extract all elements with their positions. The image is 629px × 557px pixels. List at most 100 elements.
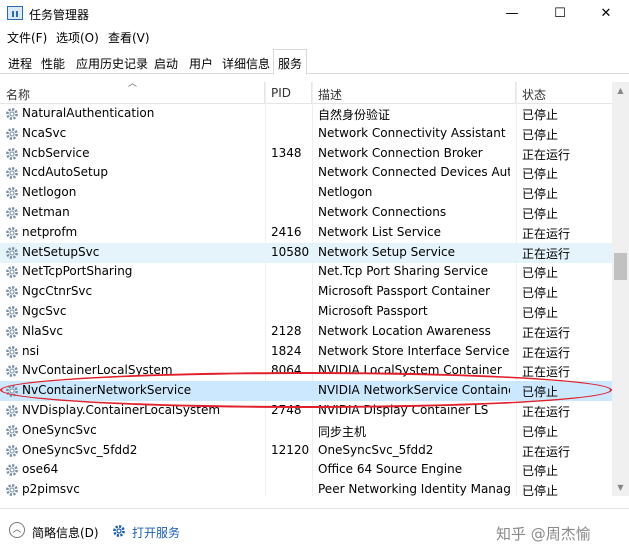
tab-bar: 进程 性能 应用历史记录 启动 用户 详细信息 服务 <box>0 48 629 75</box>
service-name: OneSyncSvc_5fdd2 <box>22 442 138 457</box>
service-pid: 1824 <box>271 343 302 358</box>
tab-users[interactable]: 用户 <box>185 52 217 74</box>
service-name: netprofm <box>22 224 78 239</box>
service-row[interactable]: NgcSvc Microsoft Passport 已停止 <box>0 302 612 322</box>
service-status: 已停止 <box>522 266 559 281</box>
service-pid: 2416 <box>271 224 302 239</box>
service-row[interactable]: p2pimsvc Peer Networking Identity Manager… <box>0 480 612 496</box>
service-name: NetSetupSvc <box>22 244 100 259</box>
service-row[interactable]: NetTcpPortSharing Net.Tcp Port Sharing Se… <box>0 262 612 282</box>
collapse-up-icon[interactable]: ︿ <box>9 522 25 538</box>
service-gear-icon <box>6 246 18 259</box>
column-header-name[interactable]: 名称 <box>0 82 265 104</box>
service-status: 已停止 <box>522 464 559 479</box>
scroll-up-arrow-icon[interactable]: ▲ <box>612 82 629 99</box>
service-status: 已停止 <box>522 207 559 221</box>
scrollbar-thumb[interactable] <box>614 253 627 280</box>
service-status: 已停止 <box>522 108 559 122</box>
service-row[interactable]: NcdAutoSetup Network Connected Devices Au… <box>0 163 612 183</box>
service-row[interactable]: Netlogon Netlogon 已停止 <box>0 183 612 203</box>
service-description: NVIDIA NetworkService Container <box>318 383 510 398</box>
title-bar: 任务管理器 — ☐ ✕ <box>0 0 629 27</box>
service-name: Netman <box>22 205 70 219</box>
services-list: NaturalAuthentication 自然身份验证 已停止 NcaSvc Netw… <box>0 104 612 496</box>
service-description: Network Connected Devices Auto-Setup <box>318 165 510 180</box>
service-row[interactable]: NetSetupSvc 10580 Network Setup Service 正在运… <box>0 242 612 263</box>
service-row[interactable]: NcbService 1348 Network Connection Broker 正… <box>0 144 612 164</box>
service-name: NcdAutoSetup <box>22 165 108 180</box>
service-row[interactable]: NVDisplay.ContainerLocalSystem 2748 NVIDIA… <box>0 401 612 421</box>
service-gear-icon <box>6 108 18 120</box>
tab-app-history[interactable]: 应用历史记录 <box>72 52 152 74</box>
service-description: Network Setup Service <box>318 244 456 259</box>
service-row[interactable]: NlaSvc 2128 Network Location Awareness 正在运行 <box>0 322 612 342</box>
service-status: 已停止 <box>522 286 559 301</box>
service-row[interactable]: NvContainerLocalSystem 8064 NVIDIA LocalSy… <box>0 361 612 381</box>
service-row[interactable]: OneSyncSvc_5fdd2 12120 OneSyncSvc_5fdd2 正在运… <box>0 441 612 461</box>
service-gear-icon <box>6 266 18 279</box>
column-header-status[interactable]: 状态 <box>516 82 612 104</box>
menu-options[interactable]: 选项(O) <box>56 29 99 46</box>
service-row[interactable]: nsi 1824 Network Store Interface Service 正在… <box>0 342 612 362</box>
service-description: Office 64 Source Engine <box>318 462 463 477</box>
close-icon: ✕ <box>600 6 612 21</box>
services-gear-icon <box>113 525 125 537</box>
service-row[interactable]: NcaSvc Network Connectivity Assistant 已停止 <box>0 124 612 144</box>
service-row[interactable]: OneSyncSvc 同步主机 已停止 <box>0 421 612 441</box>
tab-startup[interactable]: 启动 <box>150 52 182 74</box>
service-row[interactable]: NgcCtnrSvc Microsoft Passport Container 已停… <box>0 282 612 302</box>
service-status: 正在运行 <box>522 345 571 360</box>
service-row[interactable]: NvContainerNetworkService NVIDIA NetworkS… <box>0 381 612 402</box>
service-description: OneSyncSvc_5fdd2 <box>318 442 434 457</box>
column-header-pid[interactable]: PID <box>265 82 312 104</box>
service-pid: 8064 <box>271 363 302 378</box>
service-description: Network List Service <box>318 224 442 239</box>
minimize-button[interactable]: — <box>489 0 535 27</box>
brief-info-button[interactable]: 简略信息(D) <box>32 524 99 541</box>
service-pid: 10580 <box>271 244 310 259</box>
service-row[interactable]: ose64 Office 64 Source Engine 已停止 <box>0 460 612 480</box>
service-name: NetTcpPortSharing <box>22 264 133 279</box>
footer-bar: ︿ 简略信息(D) 打开服务 知乎 @周杰愉 <box>0 508 629 557</box>
service-status: 正在运行 <box>522 325 571 340</box>
close-button[interactable]: ✕ <box>583 0 629 27</box>
task-manager-icon <box>7 6 23 20</box>
service-gear-icon <box>6 127 18 140</box>
service-row[interactable]: NaturalAuthentication 自然身份验证 已停止 <box>0 104 612 124</box>
service-pid: 1348 <box>271 145 302 160</box>
service-description: NVIDIA Display Container LS <box>318 403 489 417</box>
maximize-button[interactable]: ☐ <box>537 0 583 27</box>
menu-file[interactable]: 文件(F) <box>7 29 47 46</box>
vertical-scrollbar[interactable] <box>612 82 629 496</box>
service-gear-icon <box>6 187 18 200</box>
service-name: nsi <box>22 343 40 358</box>
scroll-down-arrow-icon[interactable]: ▼ <box>612 479 629 496</box>
service-gear-icon <box>6 385 18 398</box>
service-description: Network Connectivity Assistant <box>318 125 506 140</box>
tab-processes[interactable]: 进程 <box>4 52 36 74</box>
tab-services[interactable]: 服务 <box>273 49 308 75</box>
service-gear-icon <box>6 147 18 160</box>
maximize-icon: ☐ <box>554 6 566 21</box>
service-description: Netlogon <box>318 185 373 200</box>
watermark: 知乎 @周杰愉 <box>496 525 591 543</box>
service-description: Peer Networking Identity Manager <box>318 482 510 496</box>
service-pid: 2128 <box>271 323 302 338</box>
service-name: ose64 <box>22 462 59 477</box>
service-row[interactable]: netprofm 2416 Network List Service 正在运行 <box>0 223 612 243</box>
service-name: NcaSvc <box>22 125 67 140</box>
tab-performance[interactable]: 性能 <box>37 52 69 74</box>
menu-view[interactable]: 查看(V) <box>108 29 150 46</box>
service-gear-icon <box>6 484 18 496</box>
tab-details[interactable]: 详细信息 <box>218 52 274 74</box>
open-services-link[interactable]: 打开服务 <box>132 524 180 541</box>
column-header-description[interactable]: 描述 <box>312 82 516 104</box>
service-description: Network Store Interface Service <box>318 343 510 358</box>
service-name: NvContainerNetworkService <box>22 383 192 398</box>
service-row[interactable]: Netman Network Connections 已停止 <box>0 203 612 223</box>
service-status: 已停止 <box>522 306 559 320</box>
service-pid: 12120 <box>271 442 310 457</box>
service-description: Network Connections <box>318 205 447 219</box>
service-name: p2pimsvc <box>22 482 80 496</box>
service-gear-icon <box>6 405 18 417</box>
